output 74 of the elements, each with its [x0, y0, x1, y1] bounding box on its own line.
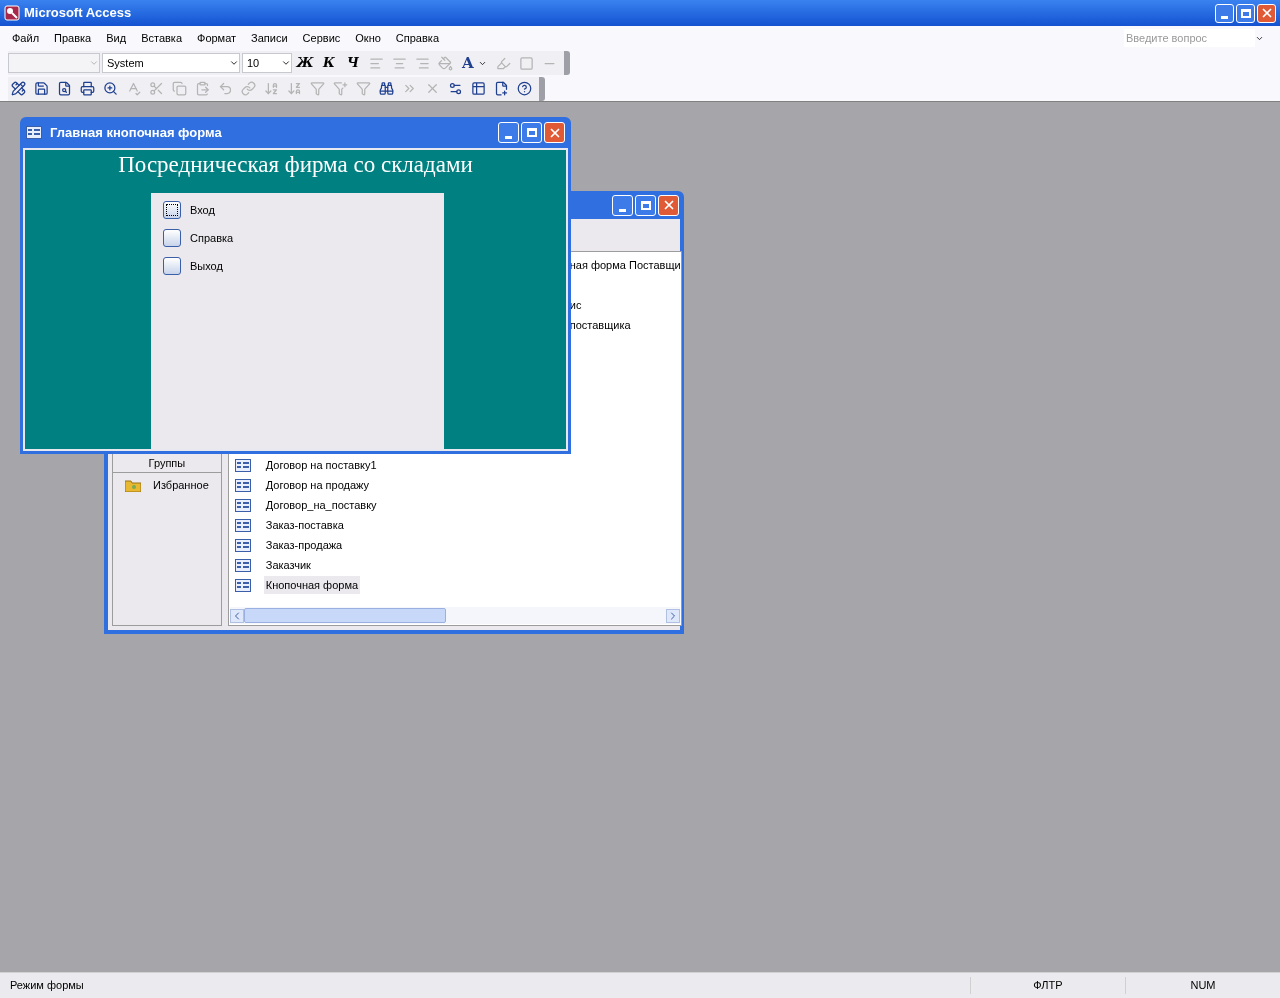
button-caption: Справка [190, 230, 234, 246]
switchboard-button[interactable] [163, 229, 181, 247]
form-icon [234, 458, 251, 472]
form-icon [234, 558, 251, 572]
font-color-button[interactable]: A [458, 53, 491, 73]
form-icon [234, 578, 251, 592]
button-caption: Выход [190, 258, 223, 274]
list-item[interactable]: Договор_на_поставку [263, 496, 379, 514]
format-button[interactable]: К [318, 53, 340, 73]
window-title: Microsoft Access [24, 4, 133, 23]
status-indicator: ФЛТР [970, 977, 1125, 994]
ruler-pencil-icon[interactable] [11, 81, 26, 96]
minimize-button[interactable] [498, 122, 519, 143]
save-icon[interactable] [34, 81, 49, 96]
menu-item[interactable]: Записи [251, 29, 288, 47]
list-item[interactable]: Договор на поставку1 [263, 456, 379, 474]
list-item[interactable]: Заказ-продажа [263, 536, 345, 554]
form-heading: Посредническая фирма со складами [117, 151, 474, 179]
menu-item[interactable]: Вид [106, 29, 127, 47]
list-item[interactable]: Договор на продажу [263, 476, 372, 494]
list-item[interactable]: Заказ-поставка [263, 516, 346, 534]
menu-item[interactable]: Файл [12, 29, 40, 47]
format-button[interactable]: Ж [294, 53, 316, 73]
binoculars-icon[interactable] [379, 81, 394, 96]
close-button[interactable] [1257, 3, 1276, 23]
list-item[interactable]: Кнопочная форма [263, 576, 361, 594]
minimize-button[interactable] [612, 194, 633, 216]
switchboard-button[interactable] [163, 257, 181, 275]
settings-icon[interactable] [448, 81, 463, 96]
scroll-right-icon[interactable] [665, 608, 680, 623]
maximize-button[interactable] [635, 194, 656, 216]
maximize-button[interactable] [521, 122, 542, 143]
help-search-field[interactable]: Введите вопрос [1124, 29, 1255, 47]
close-button[interactable] [544, 122, 565, 143]
switchboard-button[interactable] [163, 201, 181, 219]
minimize-button[interactable] [1215, 3, 1234, 23]
scroll-left-icon[interactable] [229, 608, 244, 623]
menu-item[interactable]: Справка [395, 29, 439, 47]
form-icon [26, 126, 42, 139]
font-combo[interactable]: 10 [242, 53, 292, 73]
format-button[interactable]: Ч [342, 53, 364, 73]
app-key-icon [4, 5, 20, 21]
button-caption: Вход [190, 202, 215, 218]
menu-item[interactable]: Сервис [302, 29, 341, 47]
folder-icon [125, 478, 141, 492]
font-combo[interactable]: System [102, 53, 240, 73]
printer-icon[interactable] [80, 81, 95, 96]
horizontal-scrollbar[interactable] [229, 607, 680, 624]
maximize-button[interactable] [1236, 3, 1255, 23]
status-text: Режим формы [9, 978, 85, 994]
group-item[interactable]: Избранное [153, 476, 209, 494]
list-item[interactable]: ная форма Поставщи [569, 256, 681, 274]
list-item[interactable]: Заказчик [263, 556, 313, 574]
table-icon[interactable] [471, 81, 486, 96]
form-icon [234, 498, 251, 512]
magnifier-icon[interactable] [103, 81, 118, 96]
new-file-icon[interactable] [494, 81, 509, 96]
close-button[interactable] [658, 194, 679, 216]
menu-item[interactable]: Окно [355, 29, 381, 47]
dropdown-caret-icon [229, 58, 239, 68]
file-search-icon[interactable] [57, 81, 72, 96]
form-icon [234, 478, 251, 492]
menu-item[interactable]: Формат [197, 29, 237, 47]
status-indicator: NUM [1125, 977, 1280, 994]
list-item[interactable]: ис [569, 296, 582, 314]
dropdown-caret-icon [281, 58, 291, 68]
menu-item[interactable]: Правка [54, 29, 92, 47]
form-icon [234, 518, 251, 532]
help-icon[interactable] [517, 81, 532, 96]
dropdown-caret-icon [89, 58, 99, 68]
menu-item[interactable]: Вставка [141, 29, 182, 47]
form-icon [234, 538, 251, 552]
list-item[interactable]: поставщика [569, 316, 631, 334]
form-title: Главная кнопочная форма [50, 123, 223, 142]
